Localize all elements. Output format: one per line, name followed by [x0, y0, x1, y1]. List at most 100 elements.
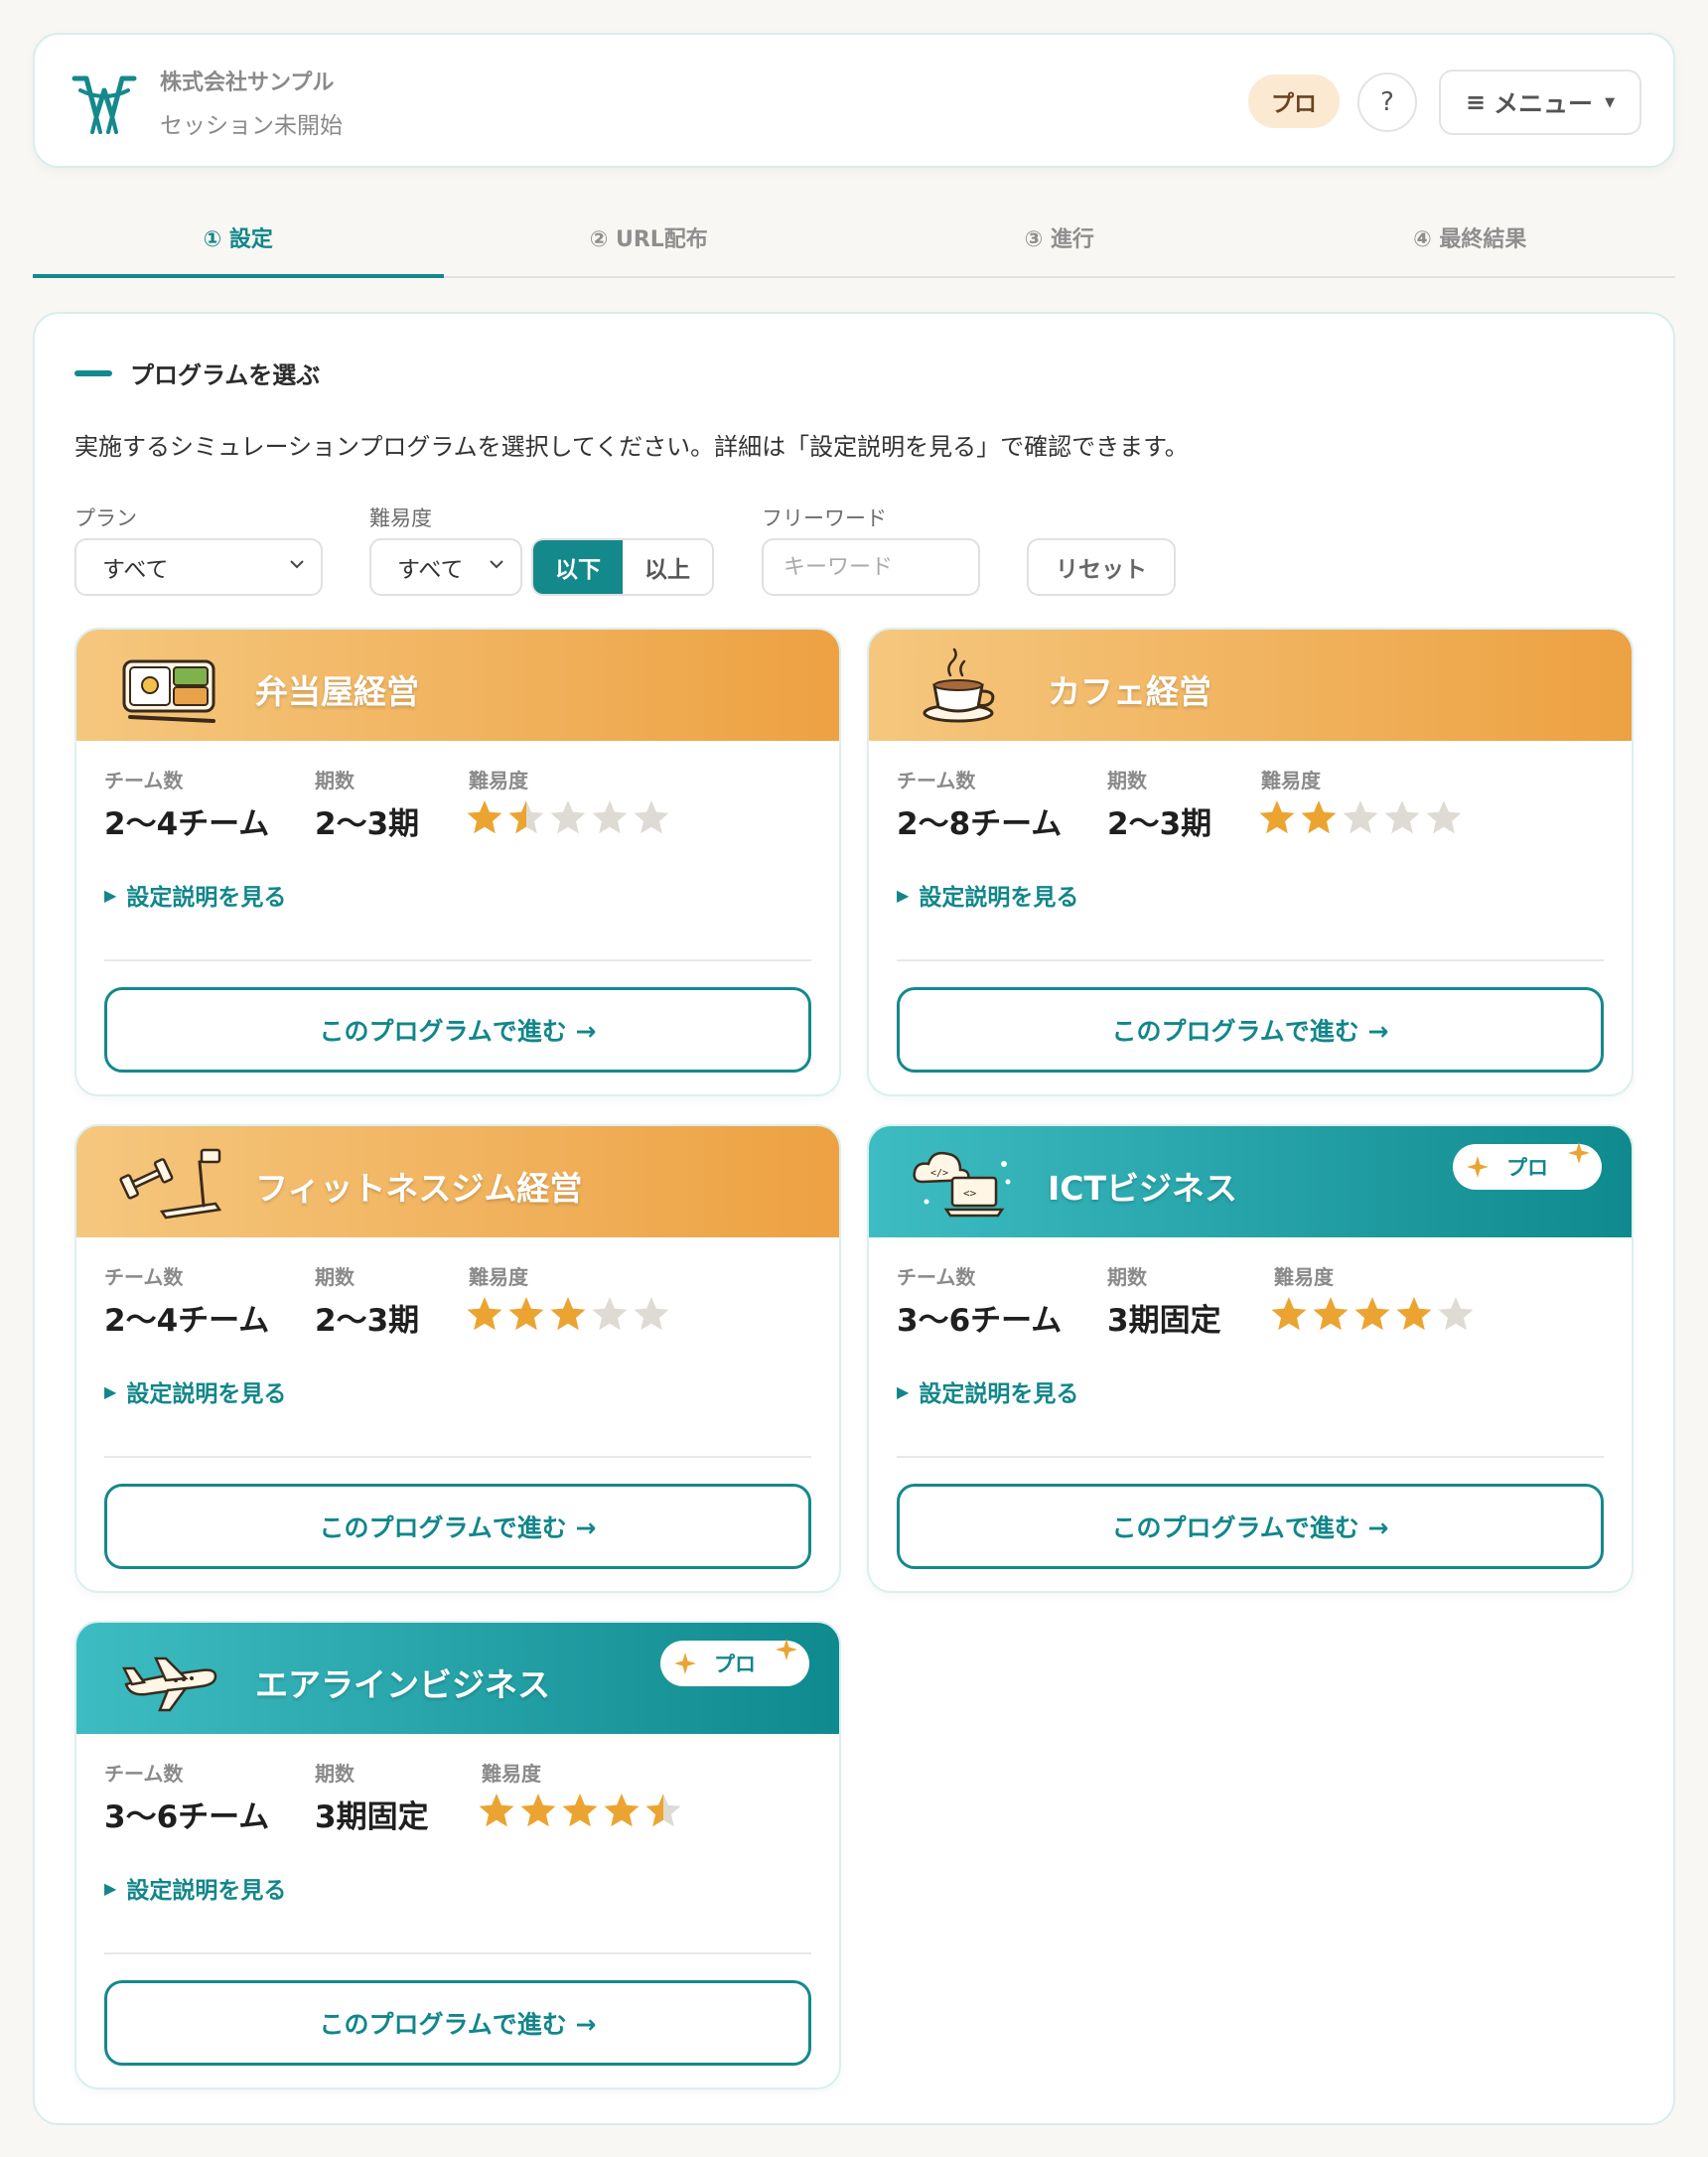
tab-final-result[interactable]: ④ 最終結果 [1265, 199, 1676, 276]
triangle-right-icon: ▶ [104, 1381, 117, 1401]
airplane-icon [121, 1656, 217, 1712]
view-settings-link[interactable]: ▶ 設定説明を見る [104, 878, 286, 912]
section-accent-bar [74, 369, 112, 376]
view-settings-link[interactable]: ▶ 設定説明を見る [897, 1374, 1078, 1408]
difficulty-label: 難易度 [469, 769, 528, 792]
periods-label: 期数 [315, 769, 355, 792]
card-header: エアラインビジネス プロ [76, 1623, 839, 1734]
dumbbell-treadmill-icon [119, 1148, 222, 1220]
difficulty-label: 難易度 [1261, 769, 1321, 792]
app-header: 株式会社サンプル セッション未開始 プロ ? ≡ メニュー ▼ [33, 33, 1675, 168]
card-title: ICTビジネス [1048, 1169, 1238, 1208]
difficulty-stars [1270, 1295, 1475, 1335]
plan-filter-label: プラン [74, 506, 137, 530]
menu-label: メニュー [1494, 89, 1594, 118]
star-icon [1271, 1297, 1307, 1331]
star-icon [508, 800, 544, 834]
svg-text:</>: </> [930, 1168, 948, 1179]
star-icon [1259, 800, 1295, 834]
star-icon [1384, 800, 1420, 834]
teams-label: チーム数 [104, 1762, 184, 1786]
card-title: 弁当屋経営 [255, 672, 419, 711]
program-card-cafe: カフェ経営 チーム数 期数 難易度 2〜8チーム 2〜3期 ▶ 設定説明を見る こ… [867, 628, 1634, 1096]
periods-label: 期数 [1107, 769, 1147, 792]
keyword-input[interactable] [762, 538, 980, 596]
view-settings-link[interactable]: ▶ 設定説明を見る [897, 878, 1078, 912]
step-tabs: ① 設定 ② URL配布 ③ 進行 ④ 最終結果 [33, 199, 1675, 278]
card-title: フィットネスジム経営 [255, 1169, 583, 1208]
difficulty-label: 難易度 [1274, 1265, 1334, 1289]
star-icon [592, 1297, 628, 1331]
sparkle-icon [674, 1653, 696, 1674]
pro-chip: プロ [660, 1639, 809, 1686]
star-icon [467, 1297, 502, 1331]
star-icon [467, 800, 502, 834]
view-settings-link[interactable]: ▶ 設定説明を見る [104, 1374, 286, 1408]
star-icon [550, 800, 586, 834]
section-intro: 実施するシミュレーションプログラムを選択してください。詳細は「設定説明を見る」で… [74, 433, 1189, 461]
card-header: 弁当屋経営 [76, 630, 839, 741]
star-icon [1438, 1297, 1474, 1331]
periods-value: 3期固定 [315, 1799, 429, 1835]
card-divider [104, 1456, 811, 1458]
program-card-ict: </> <> ICTビジネス プロ チーム数 期数 難易度 3〜6チーム 3期固… [867, 1124, 1634, 1593]
teams-value: 2〜8チーム [897, 806, 1063, 842]
view-settings-link[interactable]: ▶ 設定説明を見る [104, 1871, 286, 1905]
difficulty-stars [466, 1295, 670, 1335]
star-icon [592, 800, 628, 834]
card-header: </> <> ICTビジネス プロ [869, 1126, 1632, 1237]
star-icon [1396, 1297, 1432, 1331]
triangle-right-icon: ▶ [104, 1878, 117, 1898]
plan-select[interactable]: すべて [74, 538, 323, 596]
star-icon [550, 1297, 586, 1331]
tab-settings[interactable]: ① 設定 [33, 199, 444, 278]
teams-label: チーム数 [104, 769, 184, 792]
triangle-right-icon: ▶ [897, 1381, 910, 1401]
tab-url-distribution[interactable]: ② URL配布 [444, 199, 855, 276]
difficulty-stars [466, 798, 670, 838]
menu-button[interactable]: ≡ メニュー ▼ [1439, 70, 1641, 135]
proceed-button[interactable]: このプログラムで進む → [897, 987, 1604, 1073]
star-icon [645, 1794, 681, 1827]
compare-above-option[interactable]: 以上 [623, 540, 712, 594]
difficulty-compare-toggle: 以下 以上 [531, 538, 714, 596]
star-icon [634, 1297, 669, 1331]
star-icon [604, 1794, 640, 1827]
proceed-button[interactable]: このプログラムで進む → [897, 1484, 1604, 1569]
reset-button[interactable]: リセット [1027, 538, 1176, 596]
card-header: フィットネスジム経営 [76, 1126, 839, 1237]
difficulty-select[interactable]: すべて [369, 538, 522, 596]
chevron-down-icon [490, 560, 503, 569]
periods-label: 期数 [315, 1265, 355, 1289]
star-icon [520, 1794, 556, 1827]
svg-text:<>: <> [963, 1187, 977, 1200]
difficulty-label: 難易度 [482, 1762, 541, 1786]
sparkle-icon [776, 1639, 797, 1660]
proceed-button[interactable]: このプログラムで進む → [104, 1980, 811, 2066]
star-icon [479, 1794, 514, 1827]
difficulty-stars [1258, 798, 1463, 838]
tab-progress[interactable]: ③ 進行 [854, 199, 1265, 276]
periods-value: 2〜3期 [1107, 806, 1212, 842]
teams-label: チーム数 [897, 769, 976, 792]
triangle-right-icon: ▶ [104, 885, 117, 905]
periods-label: 期数 [1107, 1265, 1147, 1289]
cloud-laptop-icon: </> <> [913, 1151, 1011, 1218]
proceed-button[interactable]: このプログラムで進む → [104, 987, 811, 1073]
teams-label: チーム数 [897, 1265, 976, 1289]
sparkle-icon [1467, 1156, 1489, 1178]
section-title: プログラムを選ぶ [74, 356, 320, 390]
card-title: カフェ経営 [1048, 672, 1211, 711]
difficulty-stars [478, 1792, 682, 1831]
keyword-filter-label: フリーワード [762, 506, 887, 530]
difficulty-label: 難易度 [469, 1265, 528, 1289]
periods-value: 3期固定 [1107, 1303, 1221, 1339]
star-icon [1313, 1297, 1349, 1331]
help-button[interactable]: ? [1357, 72, 1417, 132]
compare-below-option[interactable]: 以下 [533, 540, 623, 594]
difficulty-filter-label: 難易度 [369, 506, 432, 530]
proceed-button[interactable]: このプログラムで進む → [104, 1484, 811, 1569]
star-icon [508, 1297, 544, 1331]
program-card-fitness: フィットネスジム経営 チーム数 期数 難易度 2〜4チーム 2〜3期 ▶ 設定説明… [74, 1124, 841, 1593]
coffee-cup-icon [923, 647, 995, 723]
